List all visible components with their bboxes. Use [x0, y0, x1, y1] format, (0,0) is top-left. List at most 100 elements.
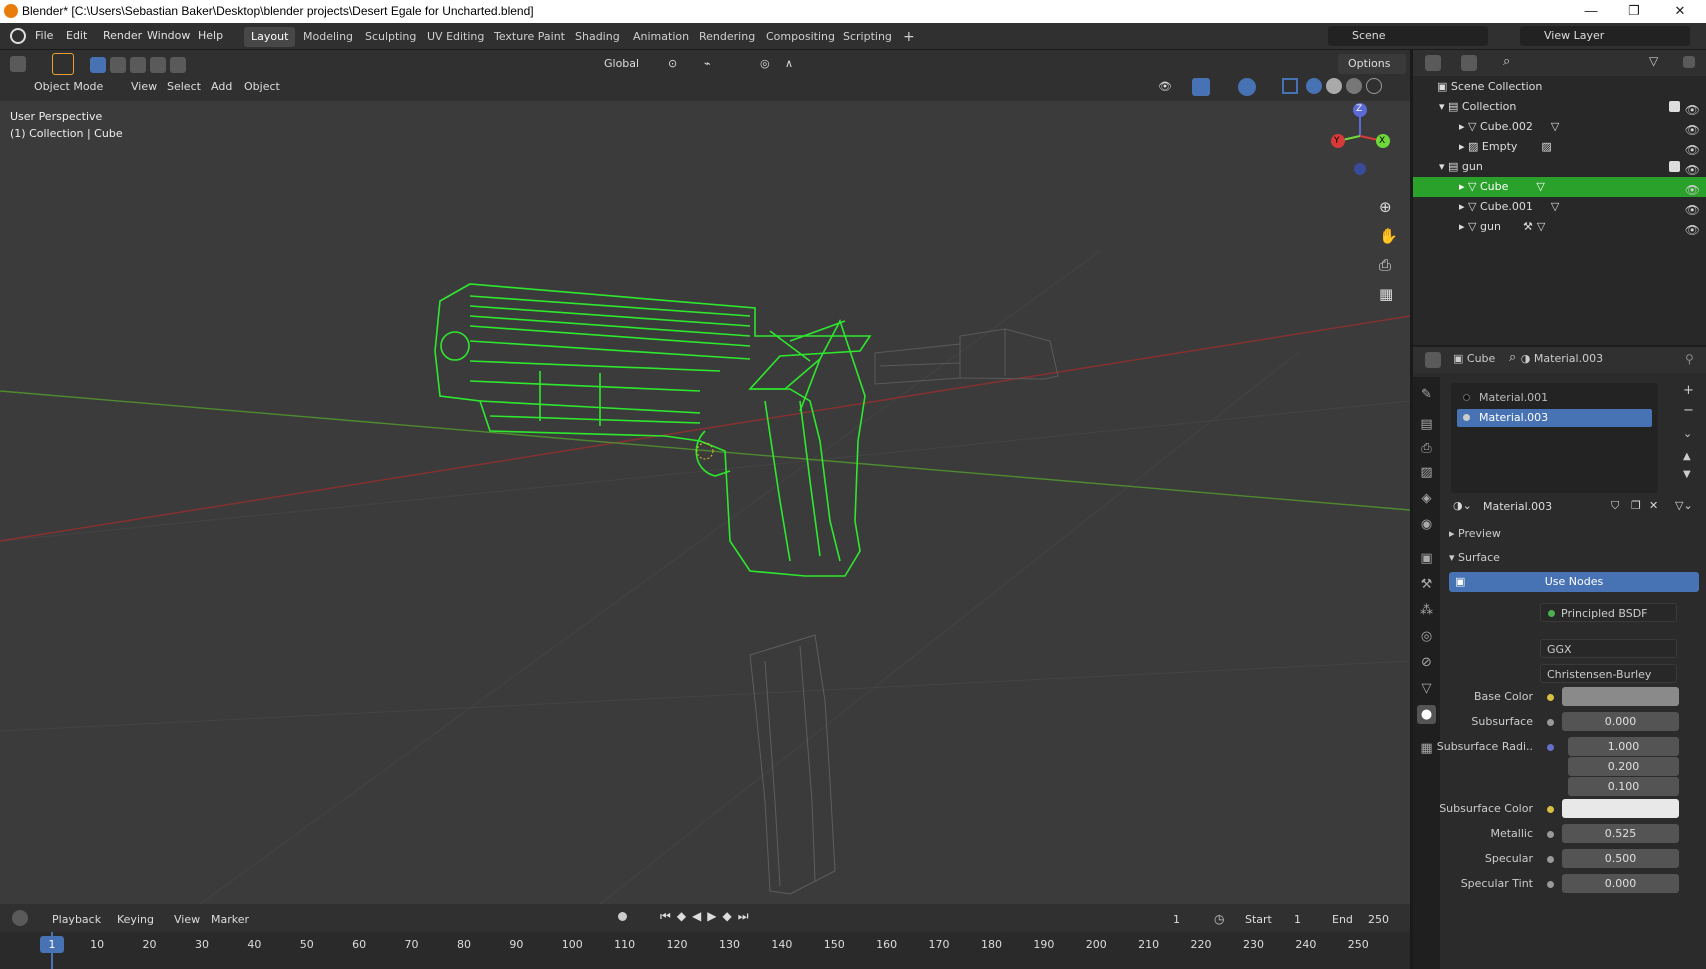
- menu-add[interactable]: Add: [211, 77, 232, 97]
- navigation-gizmo[interactable]: Z Y X: [1320, 101, 1410, 201]
- falloff-icon[interactable]: ∧: [785, 54, 793, 74]
- subsurface-method-dropdown[interactable]: Christensen-Burley: [1540, 664, 1677, 683]
- modifier-tab-icon[interactable]: ⚒: [1417, 575, 1436, 594]
- expand-arrow-icon[interactable]: ▸: [1459, 180, 1468, 193]
- subsurface-field[interactable]: 0.000: [1562, 712, 1679, 731]
- exclude-checkbox[interactable]: [1669, 101, 1680, 112]
- menu-edit[interactable]: Edit: [66, 29, 87, 42]
- subsurface-color-socket-icon[interactable]: [1547, 806, 1554, 813]
- tab-rendering[interactable]: Rendering: [692, 27, 762, 47]
- timeline-editor-type-icon[interactable]: [12, 910, 28, 926]
- material-shading-icon[interactable]: [1346, 78, 1362, 94]
- link-type-icon[interactable]: ▽⌄: [1675, 499, 1693, 512]
- surface-panel-header[interactable]: ▾ Surface: [1449, 551, 1500, 564]
- physics-tab-icon[interactable]: ◎: [1417, 627, 1436, 646]
- subsurface-radius-z-field[interactable]: 0.100: [1568, 777, 1679, 796]
- jump-end-icon[interactable]: ⏭: [738, 909, 755, 923]
- visibility-eye-icon[interactable]: 👁: [1685, 220, 1700, 240]
- jump-start-icon[interactable]: ⏮: [660, 909, 677, 923]
- specular-field[interactable]: 0.500: [1562, 849, 1679, 868]
- pin-icon[interactable]: ⚲: [1685, 352, 1694, 366]
- menu-file[interactable]: File: [35, 29, 53, 42]
- playhead-frame-badge[interactable]: 1: [40, 936, 64, 953]
- preview-panel-header[interactable]: ▸ Preview: [1449, 527, 1501, 540]
- subsurface-color-swatch[interactable]: [1562, 799, 1679, 818]
- surface-shader-field[interactable]: Principled BSDF: [1540, 603, 1677, 622]
- menu-window[interactable]: Window: [147, 29, 190, 42]
- solid-shading-icon[interactable]: [1326, 78, 1342, 94]
- tab-modeling[interactable]: Modeling: [296, 27, 360, 47]
- options-dropdown[interactable]: Options: [1338, 54, 1406, 74]
- subsurface-radius-socket-icon[interactable]: [1547, 744, 1554, 751]
- select-invert-icon[interactable]: [170, 55, 186, 75]
- overlay-toggle-icon[interactable]: [1238, 78, 1256, 96]
- object-tab-icon[interactable]: ▣: [1417, 549, 1436, 568]
- editor-type-button[interactable]: [10, 54, 26, 74]
- scene-collection-row[interactable]: ▣ Scene Collection: [1413, 77, 1706, 97]
- end-frame-field[interactable]: 250: [1368, 910, 1389, 930]
- expand-arrow-icon[interactable]: ▾: [1439, 100, 1448, 113]
- menu-keying[interactable]: Keying: [117, 910, 154, 930]
- outliner-row-gun[interactable]: ▸ ▽ gun ⚒ ▽ 👁: [1413, 217, 1706, 237]
- tab-scripting[interactable]: Scripting: [836, 27, 899, 47]
- rendered-shading-icon[interactable]: [1366, 78, 1382, 94]
- mesh-data-icon[interactable]: ▽: [1551, 120, 1559, 133]
- record-keyframe-icon[interactable]: [618, 912, 627, 921]
- mesh-data-icon[interactable]: ▽: [1551, 200, 1559, 213]
- move-slot-up-icon[interactable]: ▲: [1683, 451, 1691, 462]
- material-slot-item-active[interactable]: Material.003: [1457, 409, 1652, 427]
- play-reverse-icon[interactable]: ◀: [692, 909, 707, 923]
- tab-layout[interactable]: Layout: [244, 27, 296, 47]
- filter-icon[interactable]: ▽: [1649, 54, 1658, 68]
- slot-specials-icon[interactable]: ⌄: [1683, 427, 1692, 440]
- gizmo-toggle-icon[interactable]: [1192, 78, 1210, 96]
- world-tab-icon[interactable]: ◉: [1417, 515, 1436, 534]
- select-extend-icon[interactable]: [110, 55, 126, 75]
- menu-marker[interactable]: Marker: [211, 910, 249, 930]
- use-nodes-button[interactable]: ▣ Use Nodes: [1449, 572, 1699, 592]
- particles-tab-icon[interactable]: ⁂: [1417, 601, 1436, 620]
- new-collection-icon[interactable]: [1683, 55, 1695, 68]
- outliner-row-cube001[interactable]: ▸ ▽ Cube.001 ▽ 👁: [1413, 197, 1706, 217]
- expand-arrow-icon[interactable]: ▸: [1459, 140, 1468, 153]
- mesh-data-icon[interactable]: ▽: [1537, 220, 1545, 233]
- view-layer-selector[interactable]: View Layer: [1520, 26, 1690, 46]
- render-tab-icon[interactable]: ▤: [1417, 415, 1436, 434]
- select-box-mode-icon[interactable]: [90, 55, 106, 75]
- proportional-edit-icon[interactable]: ◎: [760, 54, 770, 74]
- mesh-data-icon[interactable]: ▽: [1536, 180, 1544, 193]
- play-icon[interactable]: ▶: [707, 909, 722, 923]
- metallic-field[interactable]: 0.525: [1562, 824, 1679, 843]
- minimize-button[interactable]: —: [1571, 0, 1611, 23]
- outliner-row-cube002[interactable]: ▸ ▽ Cube.002 ▽ 👁: [1413, 117, 1706, 137]
- add-workspace-button[interactable]: +: [896, 27, 922, 47]
- data-tab-icon[interactable]: ▽: [1417, 679, 1436, 698]
- fake-user-shield-icon[interactable]: ⛉: [1611, 499, 1619, 513]
- metallic-socket-icon[interactable]: [1547, 831, 1554, 838]
- properties-editor-type-icon[interactable]: [1425, 352, 1441, 368]
- subsurface-radius-y-field[interactable]: 0.200: [1568, 757, 1679, 776]
- tab-texture-paint[interactable]: Texture Paint: [487, 27, 572, 47]
- xray-toggle-icon[interactable]: [1282, 78, 1298, 94]
- modifier-wrench-icon[interactable]: ⚒: [1523, 220, 1533, 233]
- image-data-icon[interactable]: ▨: [1541, 140, 1551, 153]
- zoom-icon[interactable]: ⊕: [1379, 198, 1392, 216]
- blender-menu-icon[interactable]: [10, 28, 26, 44]
- outliner-editor-type-icon[interactable]: [1425, 55, 1441, 71]
- visibility-icon[interactable]: 👁: [1158, 77, 1172, 97]
- wireframe-shading-icon[interactable]: [1306, 78, 1322, 94]
- pan-hand-icon[interactable]: ✋: [1379, 227, 1398, 245]
- menu-render[interactable]: Render: [103, 29, 142, 42]
- transform-orientation-dropdown[interactable]: Global: [580, 54, 658, 74]
- display-mode-icon[interactable]: [1461, 55, 1477, 71]
- add-slot-button[interactable]: +: [1683, 383, 1694, 398]
- object-mode-dropdown[interactable]: Object Mode: [14, 77, 103, 97]
- search-icon[interactable]: ⌕: [1503, 54, 1510, 69]
- maximize-button[interactable]: ❐: [1614, 0, 1654, 23]
- select-subtract-icon[interactable]: [130, 55, 146, 75]
- constraints-tab-icon[interactable]: ⊘: [1417, 653, 1436, 672]
- base-color-socket-icon[interactable]: [1547, 694, 1554, 701]
- outliner-row-gun-collection[interactable]: ▾ ▤ gun 👁: [1413, 157, 1706, 177]
- menu-help[interactable]: Help: [198, 29, 223, 42]
- expand-arrow-icon[interactable]: ▸: [1459, 120, 1468, 133]
